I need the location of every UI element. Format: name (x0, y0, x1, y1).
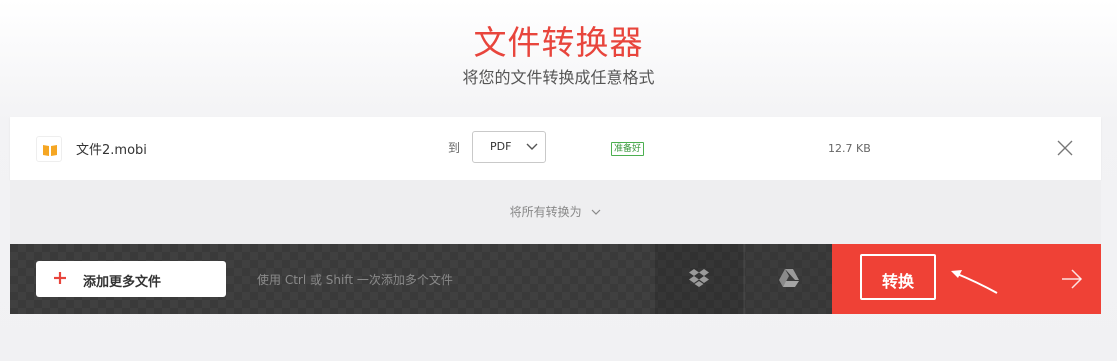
convert-all-label: 将所有转换为 (509, 205, 582, 219)
convert-all-row: 将所有转换为 (10, 180, 1101, 244)
file-size: 12.7 KB (828, 142, 871, 155)
format-select[interactable]: PDF (472, 131, 546, 163)
file-row: 文件2.mobi 到 PDF 准备好 12.7 KB (10, 117, 1101, 180)
convert-panel[interactable]: 转换 (832, 244, 1101, 314)
convert-all-dropdown[interactable]: 将所有转换为 (10, 203, 1101, 220)
book-icon (36, 136, 62, 162)
file-name: 文件2.mobi (76, 143, 147, 158)
chevron-down-icon (591, 209, 601, 215)
add-files-hint: 使用 Ctrl 或 Shift 一次添加多个文件 (257, 273, 453, 287)
google-drive-button[interactable] (744, 244, 832, 314)
arrow-right-icon (1062, 269, 1083, 289)
dropbox-button[interactable] (655, 244, 743, 314)
convert-label: 转换 (881, 272, 914, 291)
format-value: PDF (490, 140, 512, 153)
plus-icon (54, 272, 66, 284)
page-subtitle: 将您的文件转换成任意格式 (462, 68, 655, 87)
chevron-down-icon (526, 143, 538, 150)
close-icon[interactable] (1057, 140, 1073, 156)
add-files-button[interactable]: 添加更多文件 (36, 261, 226, 297)
annotation-arrow-icon (951, 270, 998, 294)
page-title: 文件转换器 (473, 23, 644, 62)
to-label: 到 (448, 141, 461, 155)
add-files-label: 添加更多文件 (83, 275, 162, 290)
google-drive-icon (779, 269, 799, 287)
dropbox-icon (689, 269, 709, 287)
convert-button[interactable]: 转换 (860, 254, 936, 300)
bottom-bar: 添加更多文件 使用 Ctrl 或 Shift 一次添加多个文件 转换 (10, 244, 1101, 314)
status-badge: 准备好 (611, 142, 645, 156)
